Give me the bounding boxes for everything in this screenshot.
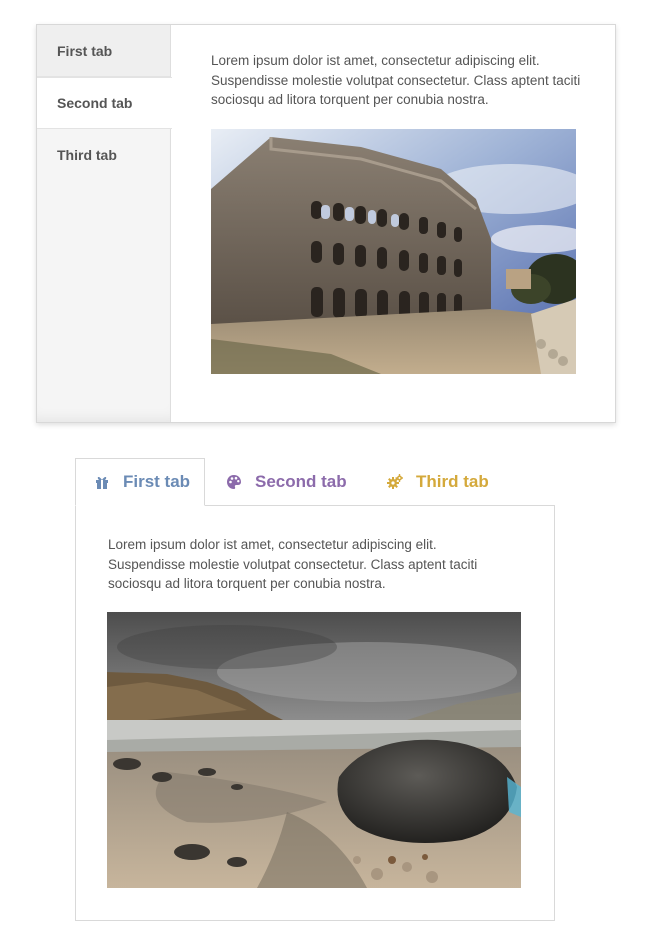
horizontal-tab-body-text: Lorem ipsum dolor ist amet, consectetur …	[108, 537, 478, 591]
horizontal-tab-third-label: Third tab	[416, 472, 489, 491]
vertical-tab-first-label: First tab	[57, 42, 113, 59]
horizontal-tab-second-label: Second tab	[255, 472, 347, 491]
vertical-tab-first[interactable]: First tab	[37, 25, 170, 77]
beach-photo	[107, 612, 521, 888]
gift-icon	[94, 474, 110, 490]
horizontal-tab-bar: First tab Second tab Third tab	[75, 458, 555, 506]
vertical-tab-second[interactable]: Second tab	[37, 77, 172, 129]
horizontal-tab-first-label: First tab	[123, 472, 191, 491]
vertical-tabs-widget: First tab Second tab Third tab Lorem ips…	[36, 24, 616, 423]
palette-icon	[226, 474, 242, 490]
vertical-tab-second-label: Second tab	[57, 95, 133, 111]
vertical-tab-body-text: Lorem ipsum dolor ist amet, consectetur …	[211, 53, 581, 107]
vertical-tab-third[interactable]: Third tab	[37, 129, 170, 181]
vertical-tab-third-label: Third tab	[57, 147, 117, 163]
horizontal-tabs-widget: First tab Second tab Third tab Lorem ips…	[75, 458, 555, 921]
vertical-tab-panel: Lorem ipsum dolor ist amet, consectetur …	[211, 51, 581, 110]
vertical-tab-list: First tab Second tab Third tab	[37, 25, 172, 422]
horizontal-tab-first[interactable]: First tab	[75, 458, 205, 506]
colosseum-photo	[211, 129, 576, 374]
gears-icon	[387, 474, 404, 490]
horizontal-tab-second[interactable]: Second tab	[226, 458, 347, 506]
horizontal-tab-third[interactable]: Third tab	[387, 458, 489, 506]
